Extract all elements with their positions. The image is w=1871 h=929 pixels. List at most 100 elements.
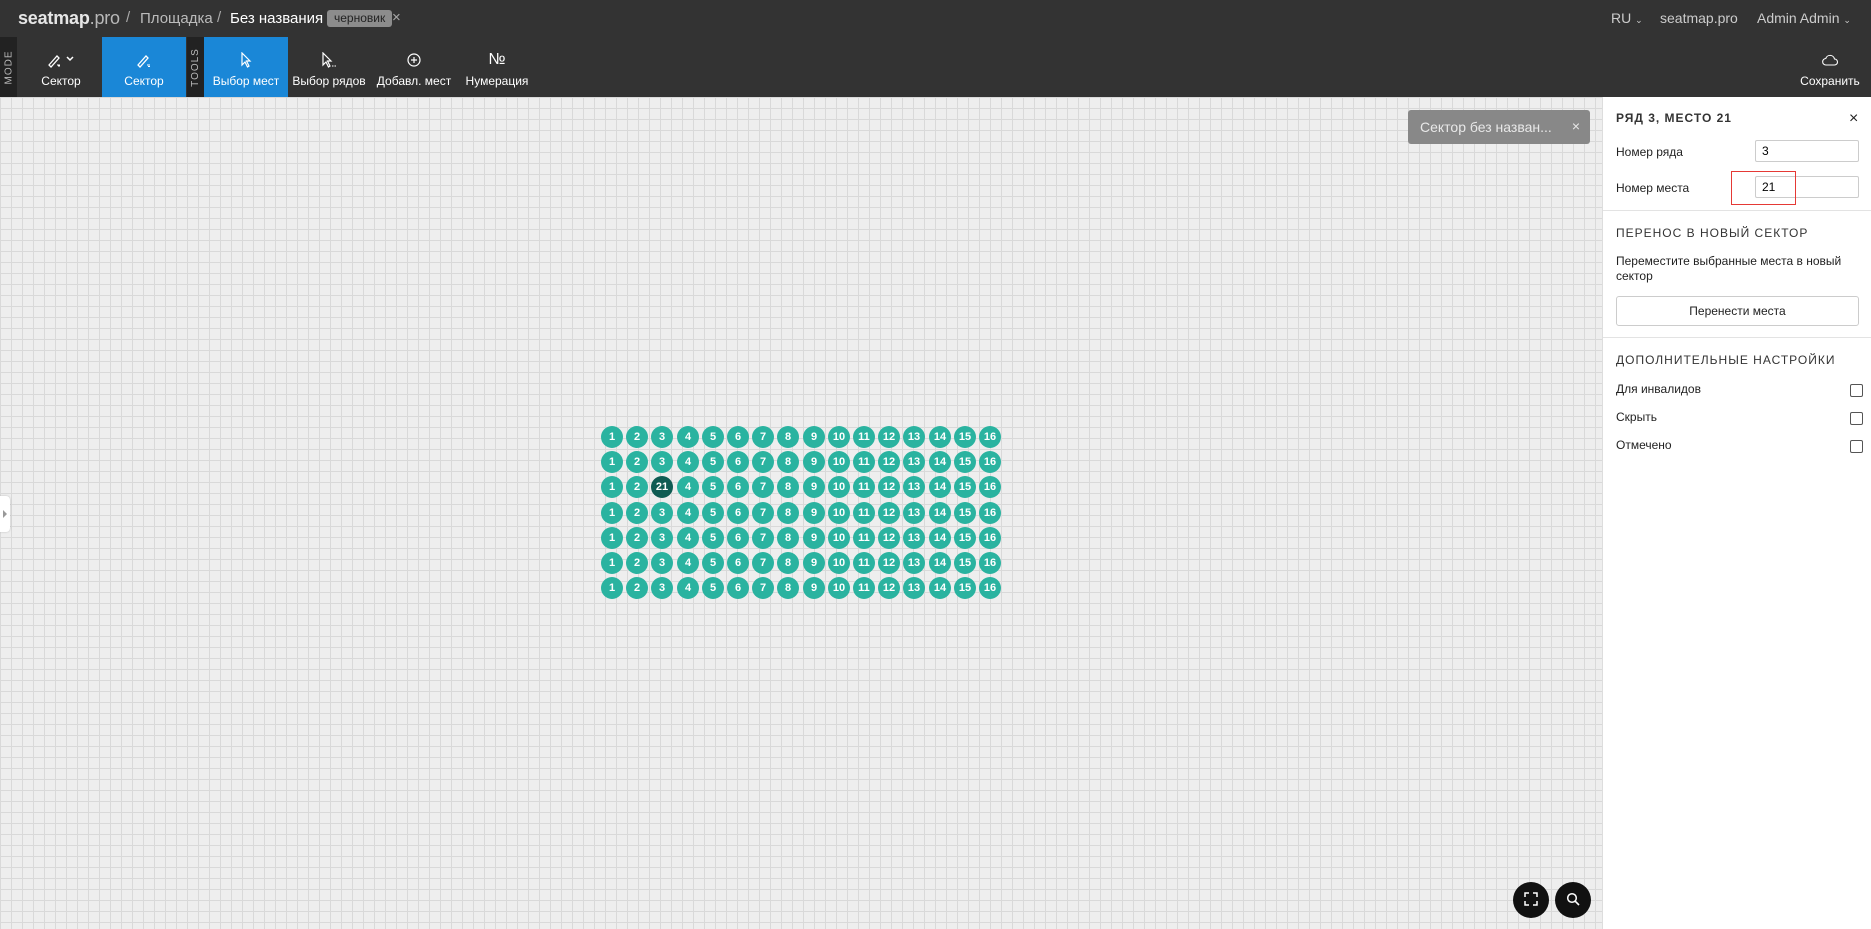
- seat[interactable]: 15: [954, 577, 976, 599]
- seat[interactable]: 12: [878, 426, 900, 448]
- seat[interactable]: 6: [727, 426, 749, 448]
- seat[interactable]: 6: [727, 476, 749, 498]
- seat[interactable]: 5: [702, 527, 724, 549]
- hide-checkbox[interactable]: [1850, 412, 1863, 425]
- seat[interactable]: 16: [979, 552, 1001, 574]
- seat[interactable]: 11: [853, 426, 875, 448]
- seat[interactable]: 3: [651, 552, 673, 574]
- seat[interactable]: 12: [878, 451, 900, 473]
- seat[interactable]: 5: [702, 476, 724, 498]
- tool-numbering[interactable]: № Нумерация: [463, 37, 531, 97]
- seat[interactable]: 3: [651, 577, 673, 599]
- seat[interactable]: 1: [601, 577, 623, 599]
- seat[interactable]: 10: [828, 527, 850, 549]
- seat[interactable]: 2: [626, 527, 648, 549]
- seat[interactable]: 4: [677, 552, 699, 574]
- seat[interactable]: 7: [752, 476, 774, 498]
- seat[interactable]: 14: [929, 577, 951, 599]
- seat[interactable]: 13: [903, 451, 925, 473]
- seat[interactable]: 8: [777, 426, 799, 448]
- seat[interactable]: 1: [601, 527, 623, 549]
- seat[interactable]: 12: [878, 476, 900, 498]
- seat[interactable]: 15: [954, 552, 976, 574]
- seat[interactable]: 14: [929, 476, 951, 498]
- seat[interactable]: 12: [878, 552, 900, 574]
- seat-map-canvas[interactable]: [0, 97, 1602, 929]
- seat[interactable]: 7: [752, 426, 774, 448]
- seat[interactable]: 15: [954, 527, 976, 549]
- row-number-input[interactable]: [1755, 140, 1859, 162]
- seat[interactable]: 6: [727, 577, 749, 599]
- close-icon[interactable]: ×: [1572, 118, 1580, 134]
- seat[interactable]: 1: [601, 451, 623, 473]
- seat[interactable]: 13: [903, 476, 925, 498]
- close-icon[interactable]: ×: [392, 9, 401, 26]
- seat[interactable]: 9: [803, 502, 825, 524]
- seat[interactable]: 11: [853, 527, 875, 549]
- seat[interactable]: 2: [626, 502, 648, 524]
- move-seats-button[interactable]: Перенести места: [1616, 296, 1859, 326]
- seat[interactable]: 1: [601, 476, 623, 498]
- accessible-checkbox[interactable]: [1850, 384, 1863, 397]
- seat[interactable]: 1: [601, 502, 623, 524]
- seat[interactable]: 6: [727, 552, 749, 574]
- seat[interactable]: 5: [702, 502, 724, 524]
- seat[interactable]: 5: [702, 577, 724, 599]
- seat[interactable]: 16: [979, 476, 1001, 498]
- seat[interactable]: 9: [803, 527, 825, 549]
- seat[interactable]: 13: [903, 577, 925, 599]
- save-button[interactable]: Сохранить: [1793, 37, 1867, 97]
- sector-chip[interactable]: Сектор без назван... ×: [1408, 110, 1590, 144]
- tool-select-rows[interactable]: Выбор рядов: [292, 37, 366, 97]
- seat[interactable]: 1: [601, 426, 623, 448]
- seat[interactable]: 3: [651, 502, 673, 524]
- seat[interactable]: 10: [828, 577, 850, 599]
- language-select[interactable]: RU ⌄: [1611, 10, 1643, 26]
- breadcrumb-title[interactable]: Без названия: [230, 10, 323, 27]
- seat[interactable]: 9: [803, 451, 825, 473]
- site-link[interactable]: seatmap.pro: [1660, 10, 1738, 26]
- seat[interactable]: 2: [626, 552, 648, 574]
- seat[interactable]: 14: [929, 451, 951, 473]
- seat[interactable]: 8: [777, 527, 799, 549]
- fullscreen-button[interactable]: [1513, 882, 1549, 918]
- seat[interactable]: 11: [853, 476, 875, 498]
- seat[interactable]: 6: [727, 502, 749, 524]
- seat[interactable]: 11: [853, 502, 875, 524]
- left-panel-toggle[interactable]: [0, 496, 10, 532]
- seat[interactable]: 4: [677, 502, 699, 524]
- seat[interactable]: 11: [853, 552, 875, 574]
- seat[interactable]: 2: [626, 476, 648, 498]
- seat[interactable]: 2: [626, 577, 648, 599]
- seat[interactable]: 16: [979, 502, 1001, 524]
- seat[interactable]: 11: [853, 577, 875, 599]
- seat[interactable]: 10: [828, 426, 850, 448]
- seat[interactable]: 1: [601, 552, 623, 574]
- seat[interactable]: 10: [828, 476, 850, 498]
- zoom-button[interactable]: [1555, 882, 1591, 918]
- seat[interactable]: 9: [803, 552, 825, 574]
- seat[interactable]: 3: [651, 527, 673, 549]
- seat-selected[interactable]: 21: [651, 476, 673, 498]
- seat[interactable]: 2: [626, 426, 648, 448]
- close-icon[interactable]: ×: [1849, 110, 1858, 128]
- seat[interactable]: 12: [878, 502, 900, 524]
- seat[interactable]: 7: [752, 577, 774, 599]
- seat[interactable]: 14: [929, 527, 951, 549]
- breadcrumb-venue[interactable]: Площадка: [140, 10, 213, 27]
- seat[interactable]: 16: [979, 577, 1001, 599]
- seat[interactable]: 9: [803, 577, 825, 599]
- seat[interactable]: 7: [752, 527, 774, 549]
- seat[interactable]: 7: [752, 502, 774, 524]
- seat[interactable]: 16: [979, 451, 1001, 473]
- seat[interactable]: 13: [903, 552, 925, 574]
- seat[interactable]: 12: [878, 577, 900, 599]
- seat[interactable]: 13: [903, 502, 925, 524]
- seat[interactable]: 12: [878, 527, 900, 549]
- seat[interactable]: 2: [626, 451, 648, 473]
- seat[interactable]: 13: [903, 426, 925, 448]
- tool-add-seats[interactable]: Добавл. мест: [376, 37, 452, 97]
- seat[interactable]: 4: [677, 476, 699, 498]
- seat[interactable]: 8: [777, 502, 799, 524]
- seat[interactable]: 10: [828, 451, 850, 473]
